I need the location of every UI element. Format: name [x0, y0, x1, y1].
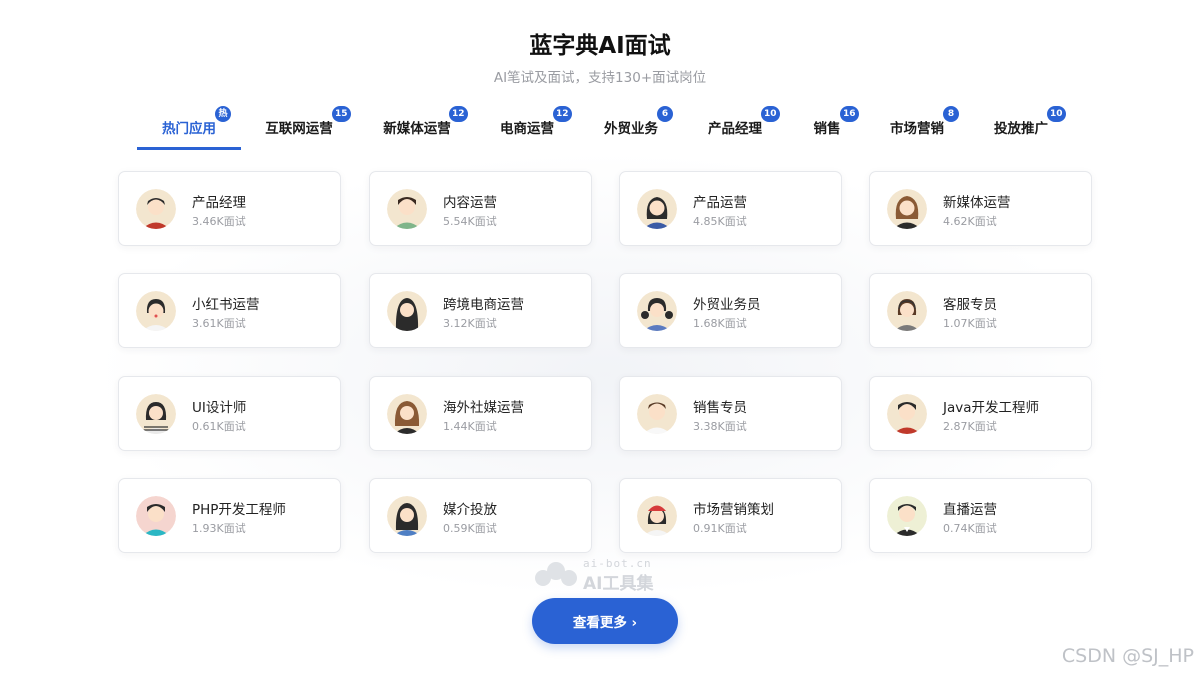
- female-avatar-icon: [387, 394, 427, 434]
- view-more-button[interactable]: 查看更多 ›: [532, 598, 678, 644]
- count-badge: 12: [449, 106, 468, 122]
- female-avatar-icon: [887, 189, 927, 229]
- tab-label: 产品经理: [708, 121, 762, 137]
- role-card-new-media-operations[interactable]: 新媒体运营 4.62K面试: [869, 171, 1092, 246]
- female-avatar-icon: [637, 291, 677, 331]
- tab-label: 热门应用: [162, 121, 216, 137]
- female-avatar-icon: [387, 291, 427, 331]
- tab-label: 销售: [813, 121, 841, 137]
- page-title: 蓝字典AI面试: [529, 33, 671, 59]
- watermark-logo-icon: [533, 560, 579, 588]
- tab-internet-operations[interactable]: 互联网运营 15: [258, 104, 351, 150]
- female-avatar-icon: [136, 291, 176, 331]
- interview-count: 1.07K面试: [943, 317, 997, 330]
- male-avatar-icon: [637, 394, 677, 434]
- tab-ecommerce-operations[interactable]: 电商运营 12: [493, 104, 572, 150]
- interview-count: 0.61K面试: [192, 420, 246, 433]
- tab-hot-apps[interactable]: 热门应用 热: [137, 104, 241, 150]
- csdn-watermark: CSDN @SJ_HP: [1061, 645, 1194, 667]
- male-avatar-icon: [136, 189, 176, 229]
- role-card-marketing-planning[interactable]: 市场营销策划 0.91K面试: [619, 478, 842, 553]
- interview-count: 5.54K面试: [443, 215, 497, 228]
- interview-count: 1.93K面试: [192, 522, 246, 535]
- tab-label: 互联网运营: [265, 121, 333, 137]
- role-card-sales-specialist[interactable]: 销售专员 3.38K面试: [619, 376, 842, 451]
- tab-sales[interactable]: 销售 16: [806, 104, 859, 150]
- role-name: 海外社媒运营: [443, 400, 524, 416]
- interview-count: 2.87K面试: [943, 420, 997, 433]
- interview-count: 0.59K面试: [443, 522, 497, 535]
- interview-count: 0.91K面试: [693, 522, 747, 535]
- role-name: 新媒体运营: [943, 195, 1011, 211]
- interview-count: 4.62K面试: [943, 215, 997, 228]
- role-name: UI设计师: [192, 400, 247, 416]
- role-card-live-streaming-operations[interactable]: 直播运营 0.74K面试: [869, 478, 1092, 553]
- interview-count: 3.12K面试: [443, 317, 497, 330]
- role-name: 客服专员: [943, 297, 997, 313]
- interview-count: 3.46K面试: [192, 215, 246, 228]
- tab-product-manager[interactable]: 产品经理 10: [701, 104, 780, 150]
- role-card-xiaohongshu-operations[interactable]: 小红书运营 3.61K面试: [118, 273, 341, 348]
- page-subtitle: AI笔试及面试，支持130+面试岗位: [493, 70, 707, 86]
- role-name: 小红书运营: [192, 297, 260, 313]
- male-avatar-icon: [887, 394, 927, 434]
- tab-new-media-operations[interactable]: 新媒体运营 12: [376, 104, 468, 150]
- role-card-ui-designer[interactable]: UI设计师 0.61K面试: [118, 376, 341, 451]
- female-avatar-icon: [387, 496, 427, 536]
- tab-ad-promotion[interactable]: 投放推广 10: [987, 104, 1066, 150]
- interview-count: 4.85K面试: [693, 215, 747, 228]
- female-avatar-icon: [136, 394, 176, 434]
- role-card-overseas-social-media[interactable]: 海外社媒运营 1.44K面试: [369, 376, 592, 451]
- role-card-cross-border-ecommerce[interactable]: 跨境电商运营 3.12K面试: [369, 273, 592, 348]
- role-card-product-manager[interactable]: 产品经理 3.46K面试: [118, 171, 341, 246]
- role-name: 销售专员: [693, 400, 747, 416]
- role-card-content-operations[interactable]: 内容运营 5.54K面试: [369, 171, 592, 246]
- tab-label: 新媒体运营: [383, 121, 451, 137]
- interview-count: 0.74K面试: [943, 522, 997, 535]
- role-name: 外贸业务员: [693, 297, 761, 313]
- role-card-foreign-trade-clerk[interactable]: 外贸业务员 1.68K面试: [619, 273, 842, 348]
- category-tabs: 热门应用 热 互联网运营 15 新媒体运营 12 电商运营 12 外贸业务 6 …: [0, 104, 1200, 154]
- count-badge: 15: [332, 106, 351, 122]
- role-name: 产品运营: [693, 195, 747, 211]
- count-badge: 8: [943, 106, 959, 122]
- male-avatar-icon: [136, 496, 176, 536]
- role-card-customer-service[interactable]: 客服专员 1.07K面试: [869, 273, 1092, 348]
- male-avatar-icon: [887, 496, 927, 536]
- tab-label: 市场营销: [890, 121, 944, 137]
- watermark-site-name: AI工具集: [583, 574, 654, 594]
- tab-marketing[interactable]: 市场营销 8: [883, 104, 959, 150]
- role-name: 媒介投放: [443, 502, 497, 518]
- interview-count: 3.38K面试: [693, 420, 747, 433]
- role-name: 跨境电商运营: [443, 297, 524, 313]
- count-badge: 10: [761, 106, 780, 122]
- female-avatar-icon: [637, 496, 677, 536]
- tab-foreign-trade[interactable]: 外贸业务 6: [597, 104, 673, 150]
- role-card-php-developer[interactable]: PHP开发工程师 1.93K面试: [118, 478, 341, 553]
- hot-badge: 热: [215, 106, 231, 122]
- role-card-java-developer[interactable]: Java开发工程师 2.87K面试: [869, 376, 1092, 451]
- interview-count: 1.68K面试: [693, 317, 747, 330]
- interview-count: 3.61K面试: [192, 317, 246, 330]
- role-name: 内容运营: [443, 195, 497, 211]
- female-avatar-icon: [637, 189, 677, 229]
- count-badge: 12: [553, 106, 572, 122]
- count-badge: 6: [657, 106, 673, 122]
- count-badge: 10: [1047, 106, 1066, 122]
- role-name: 产品经理: [192, 195, 246, 211]
- role-card-media-placement[interactable]: 媒介投放 0.59K面试: [369, 478, 592, 553]
- tab-label: 电商运营: [500, 121, 554, 137]
- role-name: Java开发工程师: [943, 400, 1040, 416]
- role-card-product-operations[interactable]: 产品运营 4.85K面试: [619, 171, 842, 246]
- role-name: PHP开发工程师: [192, 502, 286, 518]
- role-name: 市场营销策划: [693, 502, 774, 518]
- count-badge: 16: [840, 106, 859, 122]
- female-avatar-icon: [887, 291, 927, 331]
- tab-label: 外贸业务: [604, 121, 658, 137]
- role-name: 直播运营: [943, 502, 997, 518]
- tab-label: 投放推广: [994, 121, 1048, 137]
- male-avatar-icon: [387, 189, 427, 229]
- interview-count: 1.44K面试: [443, 420, 497, 433]
